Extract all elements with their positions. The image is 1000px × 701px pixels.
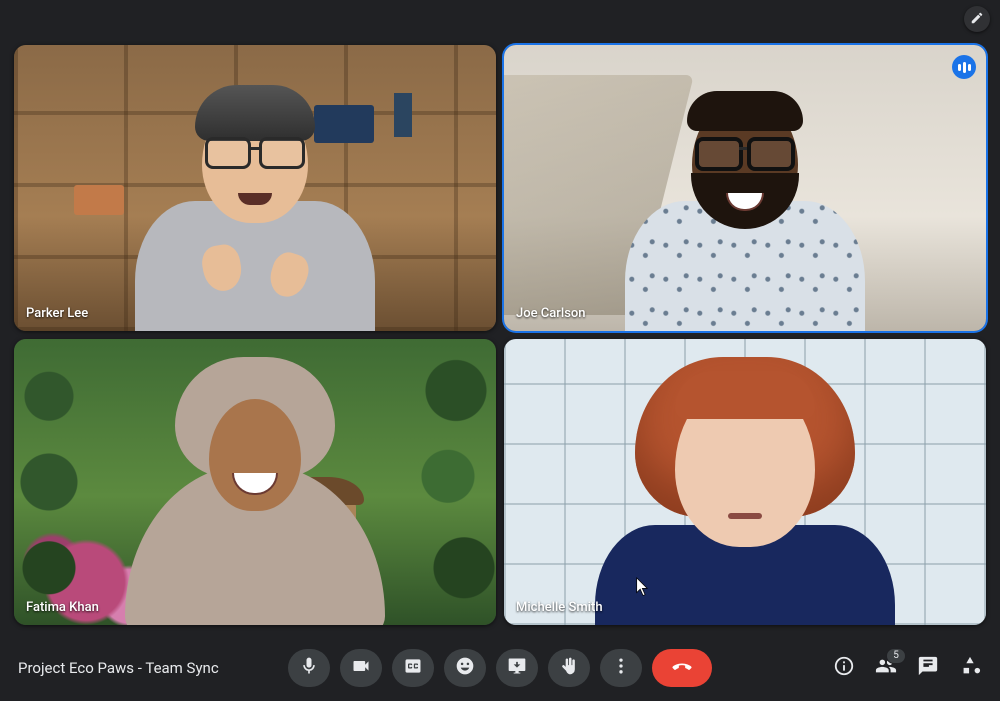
mic-toggle-button[interactable] (288, 649, 330, 687)
participant-tile[interactable]: Joe Carlson (504, 45, 986, 331)
present-screen-icon (507, 656, 527, 680)
participant-tile[interactable]: Michelle Smith (504, 339, 986, 625)
raise-hand-icon (559, 656, 579, 680)
pencil-icon (970, 10, 984, 29)
participant-tile[interactable]: Parker Lee (14, 45, 496, 331)
raise-hand-button[interactable] (548, 649, 590, 687)
participant-name: Fatima Khan (26, 600, 99, 615)
chat-icon (917, 655, 939, 681)
captions-button[interactable] (392, 649, 434, 687)
call-end-icon (672, 656, 692, 680)
mic-icon (299, 656, 319, 680)
participant-name: Joe Carlson (516, 306, 586, 321)
activities-shapes-icon (959, 655, 981, 681)
meeting-title: Project Eco Paws - Team Sync (18, 659, 219, 677)
meeting-info-button[interactable] (832, 656, 856, 680)
camera-icon (351, 656, 371, 680)
more-vert-icon (611, 656, 631, 680)
emoji-icon (455, 656, 475, 680)
video-feed (504, 339, 986, 625)
more-options-button[interactable] (600, 649, 642, 687)
activities-panel-button[interactable] (958, 656, 982, 680)
video-feed (504, 45, 986, 331)
chat-panel-button[interactable] (916, 656, 940, 680)
edit-layout-button[interactable] (964, 6, 990, 32)
info-icon (833, 655, 855, 681)
meet-app: Parker Lee Joe Carlson (0, 0, 1000, 701)
people-panel-button[interactable]: 5 (874, 656, 898, 680)
closed-captions-icon (403, 656, 423, 680)
video-feed (14, 339, 496, 625)
call-controls (288, 649, 712, 687)
bottom-toolbar: Project Eco Paws - Team Sync (0, 635, 1000, 701)
participant-name: Michelle Smith (516, 600, 603, 615)
video-feed (14, 45, 496, 331)
participant-name: Parker Lee (26, 306, 88, 321)
participant-tile[interactable]: Fatima Khan (14, 339, 496, 625)
participant-grid: Parker Lee Joe Carlson (14, 45, 986, 625)
side-panel-controls: 5 (832, 656, 982, 680)
audio-level-icon (952, 55, 976, 79)
camera-toggle-button[interactable] (340, 649, 382, 687)
end-call-button[interactable] (652, 649, 712, 687)
present-button[interactable] (496, 649, 538, 687)
people-count-badge: 5 (886, 648, 906, 664)
reactions-button[interactable] (444, 649, 486, 687)
